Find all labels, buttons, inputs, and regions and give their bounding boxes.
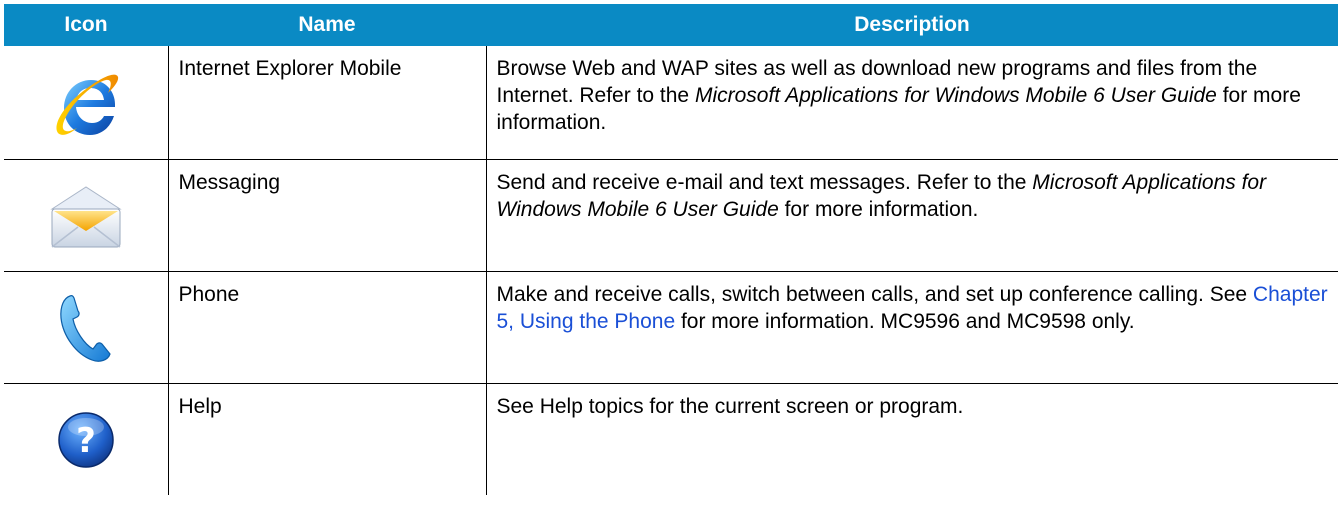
app-name: Help [167,383,486,495]
messaging-envelope-icon [50,185,122,248]
app-description: Browse Web and WAP sites as well as down… [485,46,1338,160]
table-row: ? Help See Help topics for the current s… [4,383,1338,496]
description-text: Make and receive calls, switch between c… [496,283,1253,306]
description-text: for more information. MC9596 and MC9598 … [675,310,1135,333]
app-name: Phone [167,271,486,384]
description-text: See Help topics for the current screen o… [496,395,964,418]
table-row: Phone Make and receive calls, switch bet… [4,271,1338,384]
description-text: for more information. [778,198,979,221]
app-name: Internet Explorer Mobile [167,46,486,160]
svg-text:?: ? [76,421,96,461]
header-description: Description [486,4,1338,46]
icon-cell: ? [4,384,168,496]
internet-explorer-icon [56,74,118,135]
header-icon: Icon [4,4,168,46]
guide-title: Microsoft Applications for Windows Mobil… [694,84,1217,107]
icon-cell [4,46,168,160]
table-row: Messaging Send and receive e-mail and te… [4,159,1338,272]
icon-cell [4,271,168,384]
description-text: Send and receive e-mail and text message… [496,171,1033,194]
app-description: See Help topics for the current screen o… [485,383,1338,495]
app-description: Send and receive e-mail and text message… [485,159,1338,272]
table-header-row: Icon Name Description [4,4,1338,46]
help-question-icon: ? [58,411,114,468]
applications-table: Icon Name Description Internet Explorer … [4,4,1338,495]
icon-cell [4,159,168,272]
app-name: Messaging [167,159,486,272]
table-row: Internet Explorer Mobile Browse Web and … [4,46,1338,160]
header-name: Name [168,4,486,46]
phone-handset-icon [60,294,111,362]
app-description: Make and receive calls, switch between c… [485,271,1338,384]
